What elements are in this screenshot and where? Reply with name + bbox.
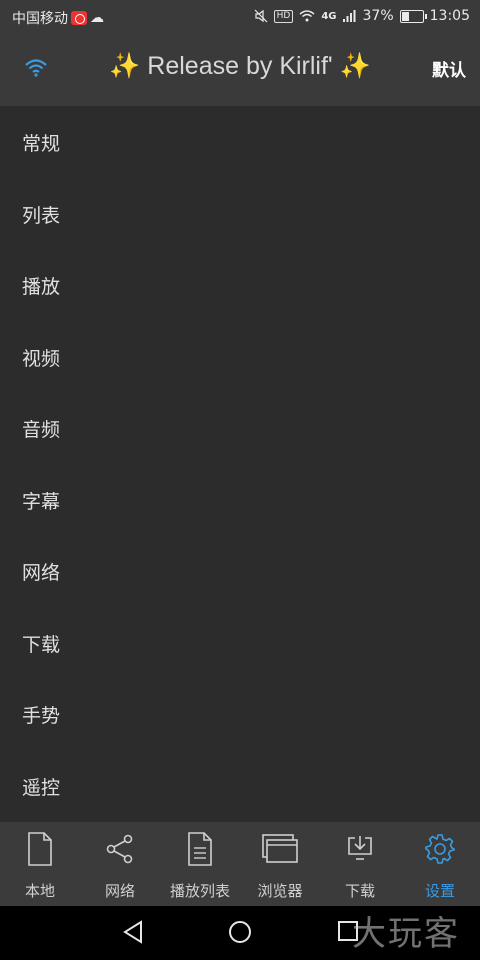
tab-label: 播放列表 — [169, 882, 230, 900]
wifi-status-icon — [299, 10, 315, 22]
watermark-logo: 大玩客 — [352, 914, 460, 954]
tab-local[interactable]: 本地 — [0, 822, 80, 906]
tab-settings[interactable]: 设置 — [400, 822, 480, 906]
share-icon — [106, 834, 133, 864]
settings-item-gestures[interactable]: 手势 — [0, 678, 480, 750]
status-left: 中国移动 ☁ — [12, 8, 104, 28]
settings-list: 常规 列表 播放 视频 音频 字幕 网络 下载 手势 遥控 — [0, 106, 480, 821]
battery-percent: 37% — [362, 8, 394, 24]
mute-icon — [254, 9, 268, 23]
home-icon[interactable] — [228, 920, 252, 944]
settings-item-audio[interactable]: 音频 — [0, 392, 480, 464]
tab-browser[interactable]: 浏览器 — [240, 822, 320, 906]
tab-label: 本地 — [24, 882, 55, 900]
bottom-nav: 本地 网络 播放列表 浏览器 下载 设置 — [0, 822, 480, 906]
notification-badge-icon — [71, 11, 87, 25]
status-right: HD 4G 37% 13:05 — [254, 8, 470, 24]
clock: 13:05 — [429, 8, 470, 24]
tab-label: 浏览器 — [257, 882, 303, 900]
app-title: ✨ Release by Kirlif' ✨ — [0, 52, 480, 81]
file-icon — [28, 832, 52, 866]
default-button[interactable]: 默认 — [432, 56, 466, 81]
back-icon[interactable] — [122, 920, 144, 944]
network-type: 4G — [321, 10, 337, 22]
tab-label: 网络 — [104, 882, 135, 900]
app-bar: ✨ Release by Kirlif' ✨ 默认 — [0, 34, 480, 106]
sparkle-icon: ✨ — [339, 52, 371, 80]
app-title-text: Release by Kirlif' — [147, 52, 333, 80]
settings-item-general[interactable]: 常规 — [0, 106, 480, 178]
browser-window-icon — [262, 834, 298, 863]
hd-icon: HD — [273, 9, 294, 23]
status-bar: 中国移动 ☁ HD 4G 37% 13:05 — [0, 0, 480, 34]
download-tray-icon — [348, 836, 372, 860]
document-list-icon — [188, 832, 212, 866]
battery-icon — [399, 9, 427, 23]
settings-item-playback[interactable]: 播放 — [0, 249, 480, 321]
cloud-icon: ☁ — [90, 10, 104, 26]
tab-playlist[interactable]: 播放列表 — [160, 822, 240, 906]
tab-download[interactable]: 下载 — [320, 822, 400, 906]
settings-item-list[interactable]: 列表 — [0, 178, 480, 250]
settings-item-download[interactable]: 下载 — [0, 607, 480, 679]
sparkle-icon: ✨ — [109, 52, 141, 80]
tab-label: 下载 — [344, 882, 375, 900]
settings-item-subtitles[interactable]: 字幕 — [0, 464, 480, 536]
battery-level — [401, 11, 409, 21]
settings-item-network[interactable]: 网络 — [0, 535, 480, 607]
gear-icon — [425, 834, 455, 864]
carrier-name: 中国移动 — [12, 11, 68, 27]
settings-item-remote[interactable]: 遥控 — [0, 750, 480, 822]
tab-label: 设置 — [424, 882, 455, 900]
signal-icon — [342, 10, 356, 22]
tab-network[interactable]: 网络 — [80, 822, 160, 906]
settings-item-video[interactable]: 视频 — [0, 321, 480, 393]
